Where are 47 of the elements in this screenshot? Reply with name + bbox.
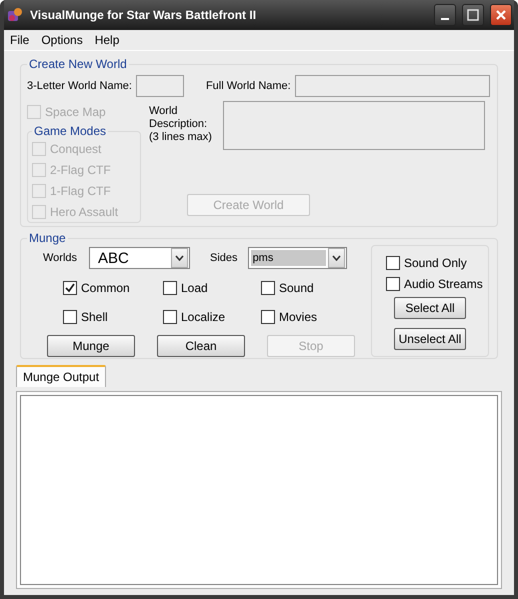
checkbox[interactable] [63,280,77,294]
checkbox-label: Space Map [45,104,106,118]
checkbox[interactable] [261,310,275,324]
checkbox-label: 1-Flag CTF [50,184,111,198]
checkbox[interactable] [386,276,400,290]
maximize-button[interactable] [462,4,484,26]
checkbox[interactable] [163,280,177,294]
checkbox-label: Conquest [50,142,102,156]
button[interactable]: Munge [47,335,135,357]
app-icon [6,6,24,24]
window-title: VisualMunge for Star Wars Battlefront II [30,8,258,22]
checkbox-label: Audio Streams [404,276,483,290]
field-label: Full World Name: [206,80,291,92]
checkbox[interactable] [386,256,400,270]
checkbox-label: Common [81,280,130,294]
close-icon [495,9,507,21]
maximize-icon [467,9,479,21]
checkbox-label: Shell [81,310,108,324]
field-label: World Description: (3 lines max) [149,105,213,144]
checkbox-label: Load [181,280,208,294]
group-title: Create New World [28,57,128,71]
checkbox-label: Localize [181,310,226,324]
dropdown[interactable]: ABC [89,247,190,269]
checkbox[interactable] [261,280,275,294]
checkbox-label: 2-Flag CTF [50,162,111,176]
checkbox-label: Hero Assault [50,204,118,218]
close-button[interactable] [490,4,512,26]
button[interactable]: Clean [157,335,245,357]
minimize-button[interactable] [434,4,456,26]
button[interactable]: Select All [394,297,466,319]
dropdown[interactable]: pms [248,247,347,269]
checkbox-label: Movies [279,310,318,324]
field-label: Sides [210,252,238,264]
checkbox[interactable] [63,310,77,324]
button[interactable]: Unselect All [394,328,466,350]
checkbox-label: Sound [279,280,314,294]
group-title: Game Modes [33,124,108,138]
checkbox[interactable] [163,310,177,324]
checkbox-label: Sound Only [404,256,467,270]
field-label: 3-Letter World Name: [27,80,132,92]
menu-item[interactable]: Help [88,33,126,47]
minimize-icon [441,18,449,20]
group-title: Munge [28,231,67,245]
menu-item[interactable]: Options [35,33,89,47]
tab[interactable]: Munge Output [16,365,106,387]
menu-item[interactable]: File [4,33,36,47]
field-label: Worlds [43,252,78,264]
